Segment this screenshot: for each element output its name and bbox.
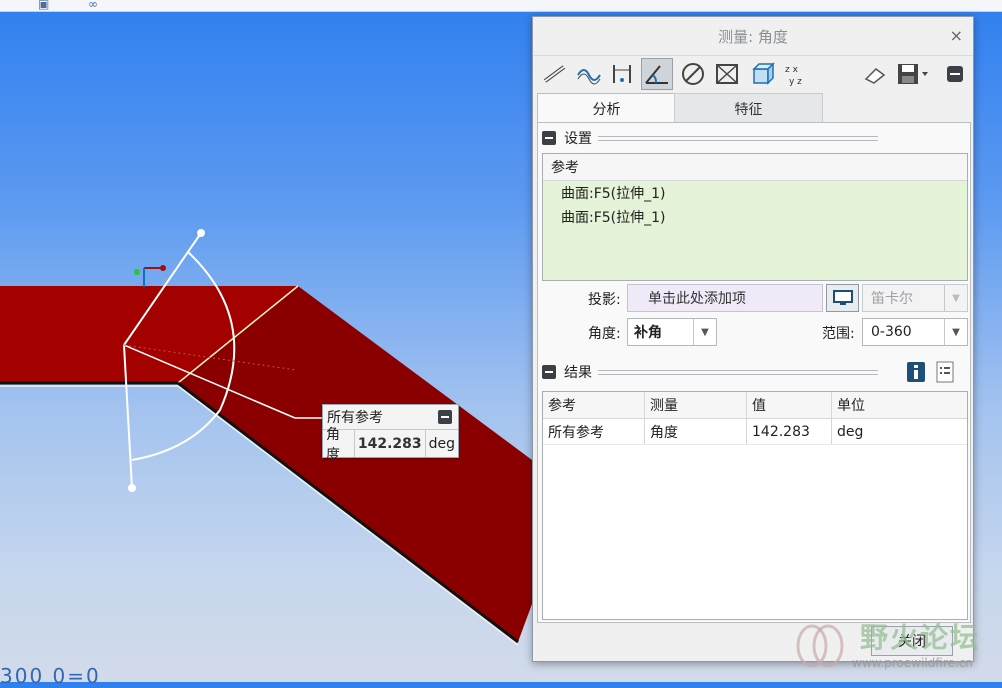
- chevron-down-icon[interactable]: ▼: [944, 319, 967, 345]
- angle-label: 角度:: [588, 326, 621, 342]
- cell: 角度: [645, 419, 747, 444]
- tab-analysis[interactable]: 分析: [537, 93, 676, 123]
- angle-icon[interactable]: [641, 58, 673, 90]
- watermark: 野火论坛 www.proewildfire.cn: [790, 614, 998, 678]
- report-icon[interactable]: [936, 361, 954, 383]
- watermark-text: 野火论坛: [860, 621, 981, 654]
- range-select[interactable]: 0-360 ▼: [862, 318, 968, 346]
- measure-dialog: 测量: 角度 × z x y z 分析 特征 设置 参考 曲面:F5(拉伸_1) …: [532, 16, 974, 662]
- callout-value: 142.283: [355, 430, 426, 457]
- cell: deg: [837, 423, 864, 440]
- top-toolbar: ▣ ∞: [0, 0, 1002, 12]
- projection-field[interactable]: 单击此处添加项: [627, 284, 823, 312]
- col-header[interactable]: 单位: [832, 392, 966, 418]
- toolbar-icon[interactable]: ∞: [88, 0, 98, 11]
- close-icon[interactable]: ×: [950, 26, 963, 45]
- dialog-title: 测量: 角度: [718, 27, 788, 46]
- chevron-down-icon: ▼: [944, 285, 967, 311]
- distance-dim-icon[interactable]: [607, 58, 639, 90]
- analysis-panel: 设置 参考 曲面:F5(拉伸_1) 曲面:F5(拉伸_1) 投影: 单击此处添加…: [537, 122, 971, 623]
- info-icon[interactable]: [906, 361, 926, 383]
- range-label: 范围:: [822, 326, 855, 342]
- results-table: 参考 测量 值 单位 所有参考 角度 142.283 deg: [542, 391, 968, 620]
- csys-red: [160, 265, 166, 271]
- col-header[interactable]: 测量: [645, 392, 747, 418]
- collapse-icon[interactable]: [939, 58, 971, 90]
- cell: 所有参考: [543, 419, 645, 444]
- divider: [598, 369, 878, 375]
- angle-type-value: 补角: [634, 325, 662, 341]
- dialog-tabs: 分析 特征: [537, 93, 969, 124]
- projection-label: 投影:: [588, 292, 621, 308]
- distance-icon[interactable]: [539, 58, 571, 90]
- coord-system-value: 笛卡尔: [871, 291, 913, 307]
- cell: 142.283: [747, 419, 832, 444]
- length-icon[interactable]: [573, 58, 605, 90]
- reference-header: 参考: [543, 154, 967, 181]
- coord-system-select: 笛卡尔 ▼: [862, 284, 968, 312]
- svg-text:z x: z x: [785, 65, 799, 75]
- csys-green: [134, 269, 140, 275]
- viewport-readout: 300 0=0: [0, 664, 101, 688]
- watermark-logo: [796, 624, 844, 668]
- callout-minimize-icon[interactable]: [438, 410, 452, 424]
- transform-icon[interactable]: z x y z: [781, 58, 813, 90]
- window-icon[interactable]: ▣: [38, 0, 49, 11]
- reference-item[interactable]: 曲面:F5(拉伸_1): [543, 205, 967, 229]
- angle-callout[interactable]: 所有参考 角度 142.283 deg: [322, 404, 459, 463]
- volume-icon[interactable]: [747, 58, 779, 90]
- save-icon[interactable]: [893, 58, 933, 90]
- angle-type-select[interactable]: 补角 ▼: [627, 318, 717, 346]
- area-icon[interactable]: [711, 58, 743, 90]
- callout-label: 角度: [323, 427, 355, 463]
- settings-title: 设置: [564, 131, 592, 147]
- chevron-down-icon[interactable]: ▼: [693, 319, 716, 345]
- reference-item[interactable]: 曲面:F5(拉伸_1): [543, 181, 967, 205]
- results-collapse-icon[interactable]: [542, 365, 556, 379]
- results-title: 结果: [564, 365, 592, 381]
- reference-collector[interactable]: 参考 曲面:F5(拉伸_1) 曲面:F5(拉伸_1): [542, 153, 968, 281]
- callout-row: 角度 142.283 deg: [323, 427, 458, 463]
- results-section-header[interactable]: 结果: [542, 361, 970, 383]
- col-header[interactable]: 值: [747, 392, 832, 418]
- watermark-url: www.proewildfire.cn: [852, 656, 973, 670]
- settings-collapse-icon[interactable]: [542, 131, 556, 145]
- tab-feature[interactable]: 特征: [674, 93, 823, 124]
- ray-end-2: [128, 484, 136, 492]
- divider: [598, 135, 878, 141]
- svg-text:y z: y z: [789, 77, 802, 86]
- measure-toolbar: z x y z: [533, 55, 973, 92]
- diameter-icon[interactable]: [677, 58, 709, 90]
- range-value: 0-360: [871, 324, 912, 340]
- col-header[interactable]: 参考: [543, 392, 645, 418]
- eraser-icon[interactable]: [859, 58, 891, 90]
- ray-end-1: [197, 229, 205, 237]
- results-header-row: 参考 测量 值 单位: [543, 392, 967, 419]
- monitor-icon: [832, 290, 853, 305]
- callout-unit: deg: [428, 435, 455, 452]
- projection-view-button[interactable]: [826, 284, 859, 312]
- settings-section-header[interactable]: 设置: [542, 127, 878, 149]
- table-row[interactable]: 所有参考 角度 142.283 deg: [543, 419, 967, 445]
